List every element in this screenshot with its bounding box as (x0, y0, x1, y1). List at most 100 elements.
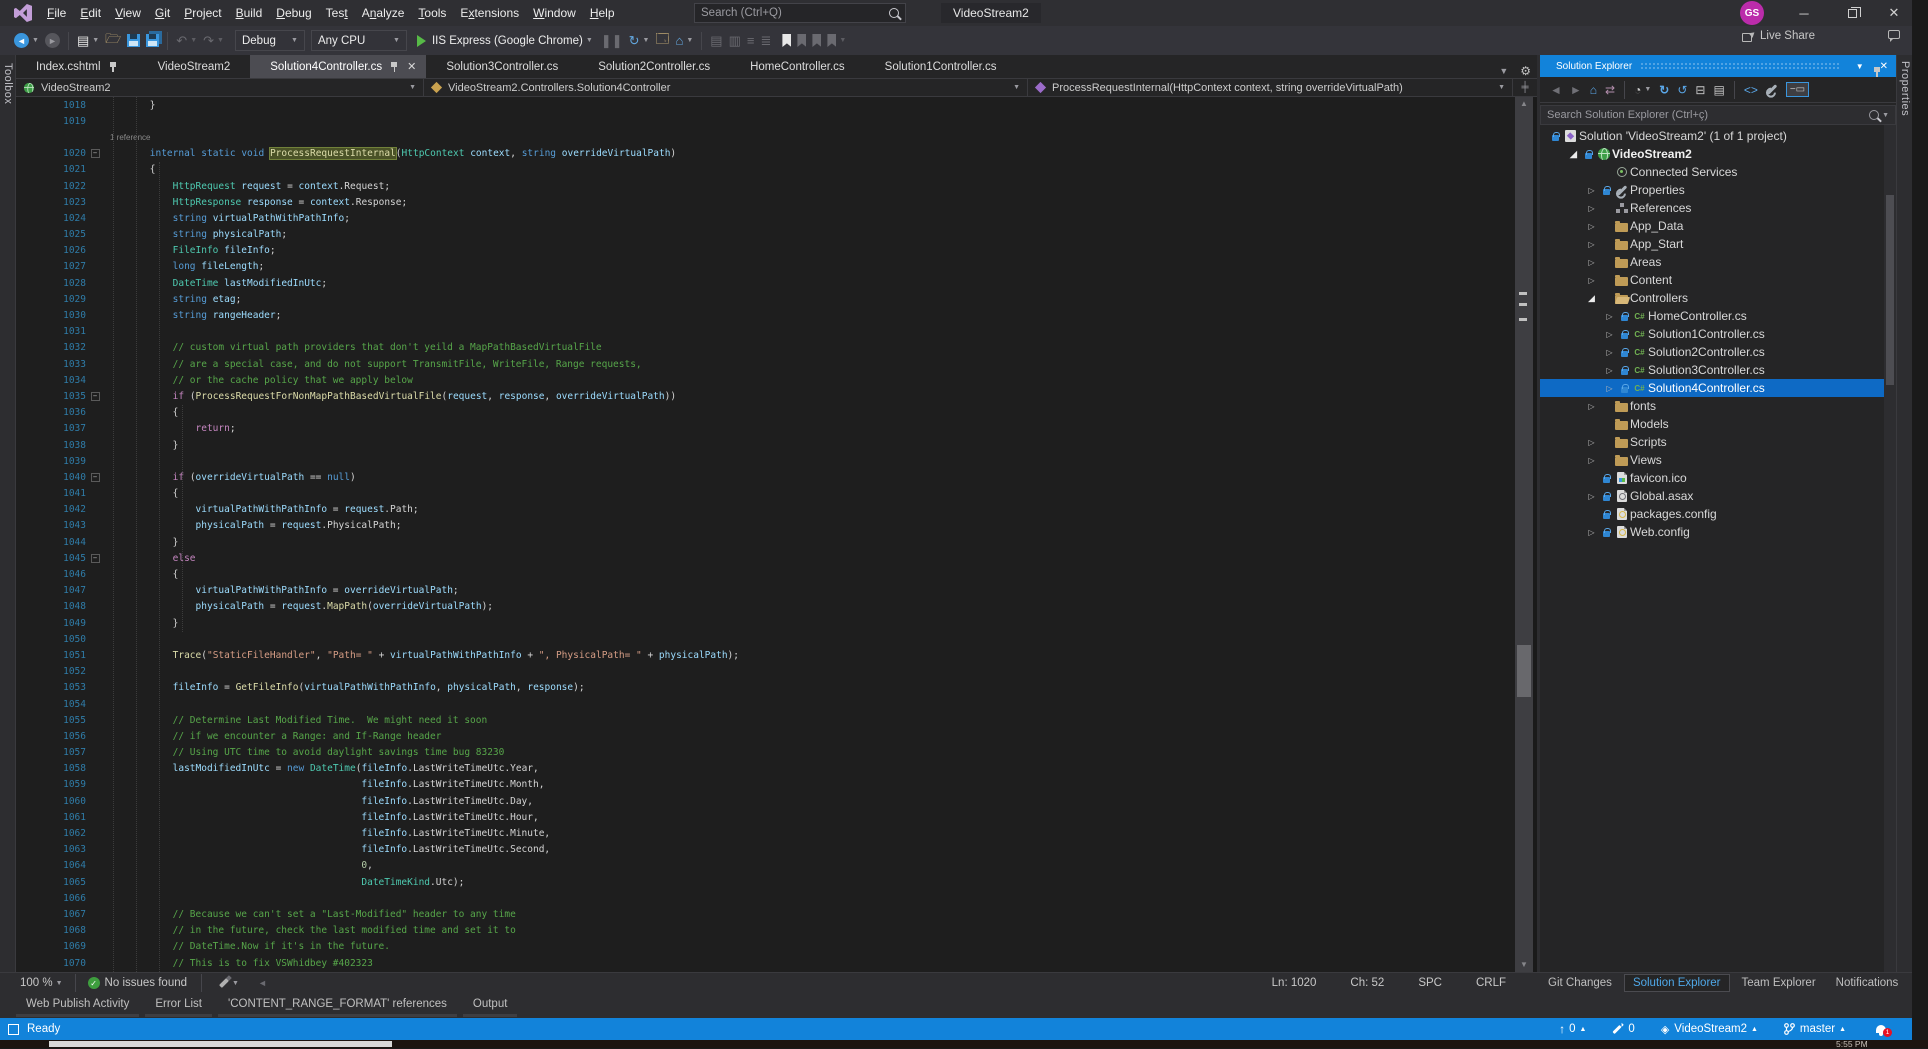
search-icon[interactable] (1869, 110, 1879, 120)
code-line[interactable]: 1050 (16, 631, 1515, 647)
breakpoint-margin[interactable] (16, 825, 60, 841)
push-count[interactable]: ↑0▲ (1559, 1022, 1586, 1036)
breakpoint-margin[interactable] (16, 178, 60, 194)
code-editor[interactable]: 1018 }10191 reference1020− internal stat… (16, 97, 1515, 972)
home-icon[interactable]: ⌂ (1590, 83, 1597, 97)
code-line[interactable]: 1020− internal static void ProcessReques… (16, 146, 1515, 162)
document-tab-videostream2[interactable]: VideoStream2 (138, 55, 251, 78)
breakpoint-margin[interactable] (16, 437, 60, 453)
open-file-icon[interactable]: 🗁 (105, 30, 121, 52)
account-avatar[interactable]: GS (1740, 1, 1764, 25)
expander-icon[interactable]: ▷ (1584, 528, 1599, 537)
expander-icon[interactable]: ▷ (1584, 402, 1599, 411)
code-line[interactable]: 1023 HttpResponse response = context.Res… (16, 194, 1515, 210)
breakpoint-margin[interactable] (16, 340, 60, 356)
code-line[interactable]: 1057 // Using UTC time to avoid daylight… (16, 745, 1515, 761)
code-line[interactable]: 1040− if (overrideVirtualPath == null) (16, 469, 1515, 485)
zoom-dropdown[interactable]: 100 %▼ (20, 977, 63, 989)
pending-changes-filter-icon[interactable]: ◔▼ (1634, 83, 1651, 97)
show-all-files-icon[interactable]: ▤ (1713, 83, 1724, 97)
view-code-icon[interactable]: <> (1744, 83, 1758, 97)
expander-icon[interactable]: ▷ (1602, 366, 1617, 375)
breakpoint-margin[interactable] (16, 615, 60, 631)
member-dropdown[interactable]: ProcessRequestInternal(HttpContext conte… (1028, 79, 1513, 96)
new-project-icon[interactable]: ▤ (77, 33, 89, 49)
fold-collapse-icon[interactable]: − (91, 149, 100, 158)
code-line[interactable]: 1039 (16, 453, 1515, 469)
type-dropdown[interactable]: VideoStream2.Controllers.Solution4Contro… (424, 79, 1028, 96)
tree-item-controllers[interactable]: ◢Controllers (1540, 289, 1896, 307)
breakpoint-margin[interactable] (16, 275, 60, 291)
menu-file[interactable]: File (40, 2, 73, 24)
collapse-all-icon[interactable]: ⊟ (1695, 83, 1705, 97)
tree-item-solution-videostream2-1-of-1-project-[interactable]: Solution 'VideoStream2' (1 of 1 project) (1540, 127, 1896, 145)
breakpoint-margin[interactable] (16, 842, 60, 858)
refresh-icon[interactable]: ↻ (629, 33, 640, 49)
preview-selected-items-icon[interactable]: −▭ (1786, 82, 1809, 97)
breakpoint-margin[interactable] (16, 583, 60, 599)
breakpoint-margin[interactable] (16, 745, 60, 761)
code-line[interactable]: 1067 // Because we can't set a "Last-Mod… (16, 906, 1515, 922)
code-line[interactable]: 1025 string physicalPath; (16, 227, 1515, 243)
code-line[interactable]: 1026 FileInfo fileInfo; (16, 243, 1515, 259)
breakpoint-margin[interactable] (16, 712, 60, 728)
toggle-bookmark-icon[interactable] (782, 34, 791, 47)
scroll-down-icon[interactable]: ▼ (1515, 958, 1533, 972)
breakpoint-margin[interactable] (16, 291, 60, 307)
code-line[interactable]: 1022 HttpRequest request = context.Reque… (16, 178, 1515, 194)
code-line[interactable]: 1063 fileInfo.LastWriteTimeUtc.Second, (16, 842, 1515, 858)
tree-item-videostream2[interactable]: ◢VideoStream2 (1540, 145, 1896, 163)
tab-options-gear-icon[interactable]: ⚙ (1520, 64, 1531, 78)
code-line[interactable]: 1033 // are a special case, and do not s… (16, 356, 1515, 372)
breakpoint-margin[interactable] (16, 372, 60, 388)
tree-item-content[interactable]: ▷Content (1540, 271, 1896, 289)
document-tab-solution1controller-cs[interactable]: Solution1Controller.cs (865, 55, 1017, 78)
breakpoint-margin[interactable] (16, 97, 60, 113)
menu-window[interactable]: Window (526, 2, 583, 24)
solution-configuration-dropdown[interactable]: Debug▼ (235, 30, 305, 51)
expander-icon[interactable]: ▷ (1602, 384, 1617, 393)
breakpoint-margin[interactable] (16, 647, 60, 663)
dock-tab-notifications[interactable]: Notifications (1828, 975, 1907, 991)
breakpoint-margin[interactable] (16, 469, 60, 485)
repository-picker[interactable]: ◈VideoStream2▲ (1661, 1023, 1758, 1036)
expander-icon[interactable]: ▷ (1584, 222, 1599, 231)
pin-icon[interactable] (108, 61, 118, 73)
breakpoint-margin[interactable] (16, 793, 60, 809)
dock-tab-solution-explorer[interactable]: Solution Explorer (1624, 974, 1730, 992)
scrollbar-thumb[interactable] (1517, 645, 1531, 697)
tree-item-models[interactable]: Models (1540, 415, 1896, 433)
menu-git[interactable]: Git (148, 2, 177, 24)
menu-edit[interactable]: Edit (73, 2, 108, 24)
code-line[interactable]: 1045− else (16, 550, 1515, 566)
breakpoint-margin[interactable] (16, 129, 60, 145)
tree-item-views[interactable]: ▷Views (1540, 451, 1896, 469)
breakpoint-margin[interactable] (16, 696, 60, 712)
code-line[interactable]: 1035− if (ProcessRequestForNonMapPathBas… (16, 388, 1515, 404)
tab-list-dropdown-icon[interactable]: ▼ (1499, 66, 1508, 76)
undo-icon[interactable]: ↶ (176, 33, 187, 49)
menu-extensions[interactable]: Extensions (453, 2, 526, 24)
breakpoint-margin[interactable] (16, 356, 60, 372)
properties-wrench-icon[interactable] (1766, 88, 1778, 91)
toolbox-side-tab[interactable]: Toolbox (0, 55, 16, 972)
update-icon[interactable]: ↺ (1677, 83, 1687, 97)
codelens-references[interactable]: 1 reference (104, 133, 150, 142)
split-editor-button[interactable]: ╪ (1513, 79, 1537, 96)
code-line[interactable]: 1053 fileInfo = GetFileInfo(virtualPathW… (16, 680, 1515, 696)
breakpoint-margin[interactable] (16, 890, 60, 906)
tree-item-scripts[interactable]: ▷Scripts (1540, 433, 1896, 451)
document-tab-solution3controller-cs[interactable]: Solution3Controller.cs (426, 55, 578, 78)
solution-explorer-title-bar[interactable]: Solution Explorer ▼ ✕ (1540, 55, 1896, 77)
expander-icon[interactable]: ◢ (1584, 293, 1599, 304)
save-icon[interactable] (127, 34, 140, 47)
code-line[interactable]: 1060 fileInfo.LastWriteTimeUtc.Day, (16, 793, 1515, 809)
fold-collapse-icon[interactable]: − (91, 554, 100, 563)
breakpoint-margin[interactable] (16, 194, 60, 210)
code-line[interactable]: 1069 // DateTime.Now if it's in the futu… (16, 939, 1515, 955)
breakpoint-margin[interactable] (16, 599, 60, 615)
breakpoint-margin[interactable] (16, 113, 60, 129)
live-share-button[interactable]: Live Share (1742, 30, 1815, 42)
dock-tab-team-explorer[interactable]: Team Explorer (1734, 975, 1824, 991)
sync-with-active-document-icon[interactable]: ⇄ (1605, 83, 1615, 97)
